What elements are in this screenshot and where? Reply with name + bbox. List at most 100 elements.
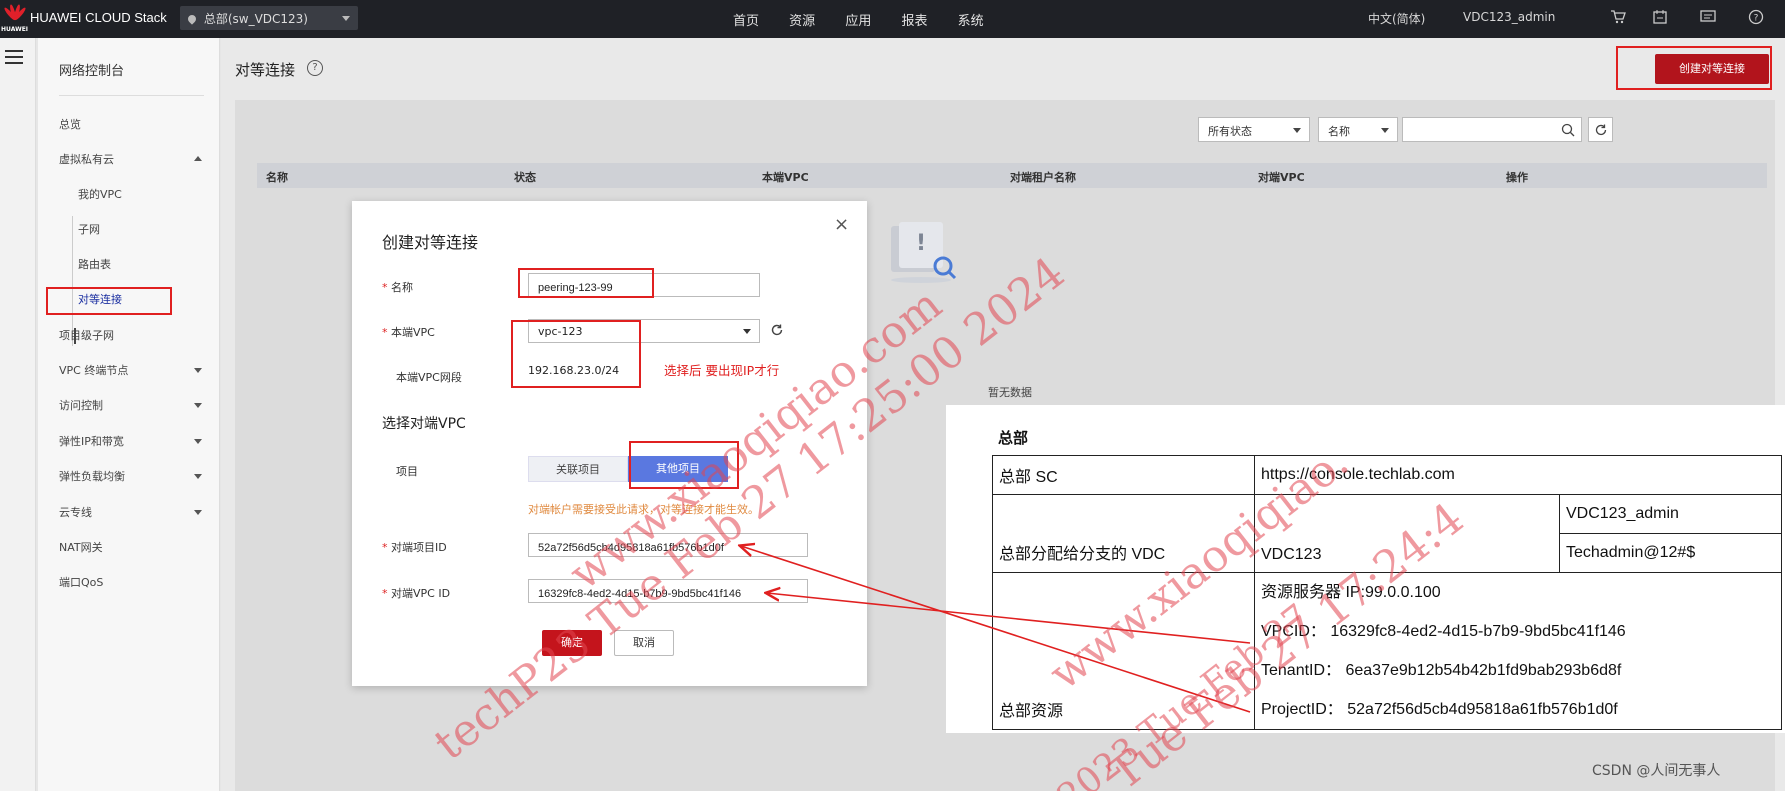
info-title: 总部: [998, 429, 1029, 447]
peer-vpc-id-label: * 对端VPC ID: [382, 587, 451, 600]
nav-home[interactable]: 首页: [733, 14, 759, 29]
sidebar-item-port-qos[interactable]: 端口QoS: [59, 574, 103, 590]
logo-text: HUAWEI: [1, 26, 29, 33]
refresh-icon: [1595, 124, 1607, 136]
refresh-button[interactable]: [1588, 117, 1613, 142]
info-vdc-label: 总部分配给分支的 VDC: [992, 494, 1255, 573]
annotation-box-other-project: [629, 441, 739, 489]
chevron-down-icon[interactable]: [194, 439, 202, 444]
column-name: 名称: [266, 171, 288, 184]
huawei-logo[interactable]: HUAWEI: [0, 0, 30, 38]
close-icon[interactable]: ×: [834, 214, 849, 235]
svg-text:!: !: [916, 231, 926, 256]
sidebar: 网络控制台 总览 虚拟私有云 我的VPC 子网 路由表 对等连接 项目级子网 V…: [38, 38, 220, 791]
sidebar-title: 网络控制台: [59, 64, 125, 79]
region-label: 总部(sw_VDC123): [203, 12, 308, 26]
local-cidr-label: 本端VPC网段: [396, 371, 462, 384]
local-vpc-label: * 本端VPC: [382, 326, 435, 339]
chevron-down-icon[interactable]: [194, 510, 202, 515]
peer-project-id-input[interactable]: [528, 533, 808, 557]
column-local-vpc: 本端VPC: [762, 171, 809, 184]
info-resource-projectid: ProjectID： 52a72f56d5cb4d95818a61fb576b1…: [1261, 701, 1618, 718]
calendar-icon[interactable]: [1652, 9, 1668, 25]
sidebar-item-project-subnet[interactable]: 项目级子网: [59, 327, 114, 343]
headquarters-info-card: 总部 总部 SC https://console.techlab.com 总部分…: [946, 405, 1785, 733]
annotation-box-name: [518, 268, 654, 298]
collapse-menu-strip: [0, 38, 36, 791]
info-resource-tenantid: TenantID： 6ea37e9b12b54b42b1fd9bab293b6d…: [1261, 662, 1622, 679]
peer-project-id-label: * 对端项目ID: [382, 541, 447, 554]
info-resource-cell: 资源服务器 IP:99.0.0.100 VPCID： 16329fc8-4ed2…: [1254, 572, 1782, 730]
info-vdc-password: Techadmin@12#$: [1559, 533, 1782, 573]
sidebar-divider: [59, 95, 204, 96]
chevron-down-icon: [1381, 128, 1389, 133]
annotation-box-local-vpc: [511, 320, 641, 388]
project-label: 项目: [396, 465, 418, 478]
annotation-box-create: [1616, 46, 1772, 90]
help-icon[interactable]: ?: [1748, 9, 1764, 25]
confirm-button[interactable]: 确定: [542, 630, 602, 656]
warning-text: 对端帐户需要接受此请求，对等连接才能生效。: [528, 503, 759, 516]
search-icon[interactable]: [1561, 123, 1575, 137]
sidebar-item-elb[interactable]: 弹性负载均衡: [59, 468, 125, 484]
column-actions: 操作: [1506, 171, 1528, 184]
chevron-up-icon[interactable]: [194, 156, 202, 161]
status-filter-value: 所有状态: [1208, 125, 1252, 138]
peer-vpc-section-title: 选择对端VPC: [382, 416, 466, 432]
sidebar-item-vpc-group[interactable]: 虚拟私有云: [59, 151, 114, 167]
column-peer-tenant: 对端租户名称: [1010, 171, 1076, 184]
info-vdc-user: VDC123_admin: [1559, 494, 1782, 534]
status-filter-select[interactable]: 所有状态: [1198, 117, 1310, 142]
empty-state-text: 暂无数据: [988, 386, 1032, 399]
peer-vpc-id-input[interactable]: [528, 579, 808, 603]
message-icon[interactable]: [1700, 9, 1716, 25]
chevron-down-icon[interactable]: [194, 403, 202, 408]
refresh-icon[interactable]: [770, 323, 784, 337]
chevron-down-icon[interactable]: [194, 368, 202, 373]
info-sc-value: https://console.techlab.com: [1254, 455, 1782, 495]
search-field-select[interactable]: 名称: [1318, 117, 1398, 142]
empty-data-icon: !: [891, 222, 957, 283]
dialog-title: 创建对等连接: [382, 233, 479, 252]
info-resource-server: 资源服务器 IP:99.0.0.100: [1261, 584, 1441, 601]
sidebar-item-nat[interactable]: NAT网关: [59, 539, 103, 555]
info-table: 总部 SC https://console.techlab.com 总部分配给分…: [992, 455, 1782, 730]
nav-apps[interactable]: 应用: [845, 14, 871, 29]
nav-system[interactable]: 系统: [958, 14, 984, 29]
search-input[interactable]: [1402, 117, 1582, 142]
chevron-down-icon[interactable]: [194, 474, 202, 479]
nav-reports[interactable]: 报表: [901, 14, 927, 29]
sidebar-item-my-vpc[interactable]: 我的VPC: [78, 186, 122, 202]
user-menu[interactable]: VDC123_admin: [1463, 10, 1555, 24]
sidebar-item-eip[interactable]: 弹性IP和带宽: [59, 433, 124, 449]
sidebar-item-overview[interactable]: 总览: [59, 116, 81, 132]
info-resource-vpcid: VPCID： 16329fc8-4ed2-4d15-b7b9-9bd5bc41f…: [1261, 623, 1626, 640]
sidebar-item-access-control[interactable]: 访问控制: [59, 397, 103, 413]
tab-linked-project[interactable]: 关联项目: [528, 456, 628, 482]
search-field-value: 名称: [1328, 125, 1350, 138]
column-peer-vpc: 对端VPC: [1258, 171, 1305, 184]
annotation-note: 选择后 要出现IP才行: [664, 363, 780, 378]
cart-icon[interactable]: [1610, 9, 1626, 25]
svg-text:?: ?: [1754, 14, 1759, 24]
sidebar-item-direct-connect[interactable]: 云专线: [59, 504, 92, 520]
chevron-down-icon: [342, 16, 350, 21]
sidebar-item-route-table[interactable]: 路由表: [78, 256, 111, 272]
nav-resources[interactable]: 资源: [789, 14, 815, 29]
column-status: 状态: [514, 171, 536, 184]
cancel-button[interactable]: 取消: [614, 630, 674, 656]
chevron-down-icon: [743, 329, 751, 334]
annotation-box-peering: [46, 287, 172, 315]
page-title: 对等连接: [235, 61, 296, 79]
name-label: * 名称: [382, 281, 413, 294]
language-switch[interactable]: 中文(简体): [1368, 10, 1425, 27]
sidebar-item-vpc-endpoint[interactable]: VPC 终端节点: [59, 362, 128, 378]
sidebar-item-subnet[interactable]: 子网: [78, 221, 100, 237]
table-header: 名称 状态 本端VPC 对端租户名称 对端VPC 操作: [257, 163, 1767, 188]
info-resource-label: 总部资源: [992, 572, 1255, 730]
info-vdc-value: VDC123: [1254, 494, 1560, 573]
help-icon[interactable]: ?: [307, 60, 323, 76]
location-pin-icon: [186, 13, 198, 25]
chevron-down-icon: [1293, 128, 1301, 133]
region-selector[interactable]: 总部(sw_VDC123): [180, 6, 358, 30]
